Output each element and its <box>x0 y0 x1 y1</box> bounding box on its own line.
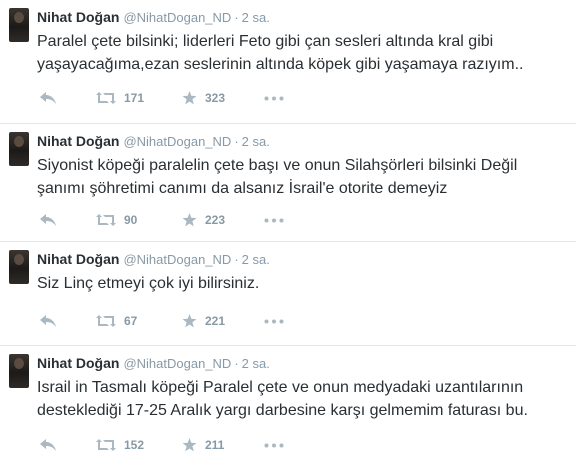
avatar[interactable] <box>9 8 29 42</box>
user-handle[interactable]: @NihatDogan_ND <box>123 134 231 149</box>
timestamp[interactable]: 2 sa. <box>242 10 270 25</box>
reply-arrow-icon <box>40 92 56 104</box>
reply-button[interactable] <box>40 211 56 229</box>
tweet-text: Paralel çete bilsinki; liderleri Feto gi… <box>37 33 524 73</box>
retweet-button[interactable]: 67 <box>96 312 137 330</box>
reply-arrow-icon <box>40 214 56 226</box>
more-dots-icon <box>264 443 284 447</box>
favorite-button[interactable]: 223 <box>182 211 225 229</box>
favorite-count: 223 <box>205 213 226 227</box>
reply-button[interactable] <box>40 89 56 107</box>
separator: · <box>234 252 239 267</box>
retweet-button[interactable]: 90 <box>96 211 137 229</box>
favorite-count: 221 <box>205 314 226 328</box>
more-button[interactable] <box>264 312 284 330</box>
avatar[interactable] <box>9 250 29 284</box>
retweet-count: 90 <box>124 213 138 227</box>
timeline: Nihat Doğan @NihatDogan_ND · 2 sa. Paralel … <box>0 0 576 467</box>
timestamp[interactable]: 2 sa. <box>242 356 270 371</box>
more-button[interactable] <box>264 436 284 454</box>
retweet-icon <box>96 439 116 451</box>
timestamp[interactable]: 2 sa. <box>242 134 270 149</box>
favorite-button[interactable]: 221 <box>182 312 225 330</box>
more-button[interactable] <box>264 89 284 107</box>
star-icon <box>182 91 197 105</box>
avatar[interactable] <box>9 354 29 388</box>
tweet-text: Siyonist köpeği paralelin çete başı ve o… <box>37 157 518 197</box>
timestamp[interactable]: 2 sa. <box>242 252 270 267</box>
reply-arrow-icon <box>40 315 56 327</box>
star-icon <box>182 213 197 227</box>
user-handle[interactable]: @NihatDogan_ND <box>123 252 231 267</box>
star-icon <box>182 314 197 328</box>
reply-arrow-icon <box>40 439 56 451</box>
tweet-text: Israil in Tasmalı köpeği Paralel çete ve… <box>37 379 528 419</box>
reply-button[interactable] <box>40 312 56 330</box>
retweet-count: 67 <box>124 314 138 328</box>
tweet-header: Nihat Doğan @NihatDogan_ND · 2 sa. <box>37 132 270 151</box>
favorite-button[interactable]: 211 <box>182 436 224 454</box>
favorite-count: 211 <box>205 438 225 452</box>
display-name[interactable]: Nihat Doğan <box>37 133 119 149</box>
favorite-button[interactable]: 323 <box>182 89 225 107</box>
retweet-button[interactable]: 152 <box>96 436 144 454</box>
more-dots-icon <box>264 218 284 222</box>
tweet[interactable]: Nihat Doğan @NihatDogan_ND · 2 sa. Siyonist… <box>0 124 576 242</box>
tweet-text: Siz Linç etmeyi çok iyi bilirsiniz. <box>37 275 260 292</box>
avatar[interactable] <box>9 132 29 166</box>
user-handle[interactable]: @NihatDogan_ND <box>123 10 231 25</box>
tweet[interactable]: Nihat Doğan @NihatDogan_ND · 2 sa. Siz Linç… <box>0 242 576 346</box>
tweet-header: Nihat Doğan @NihatDogan_ND · 2 sa. <box>37 8 270 27</box>
tweet[interactable]: Nihat Doğan @NihatDogan_ND · 2 sa. Paralel … <box>0 0 576 124</box>
more-dots-icon <box>264 96 284 100</box>
retweet-count: 171 <box>124 91 145 105</box>
retweet-count: 152 <box>124 438 145 452</box>
user-handle[interactable]: @NihatDogan_ND <box>123 356 231 371</box>
separator: · <box>234 134 239 149</box>
separator: · <box>234 10 239 25</box>
separator: · <box>234 356 239 371</box>
display-name[interactable]: Nihat Doğan <box>37 9 119 25</box>
more-button[interactable] <box>264 211 284 229</box>
tweet[interactable]: Nihat Doğan @NihatDogan_ND · 2 sa. Israil i… <box>0 346 576 467</box>
display-name[interactable]: Nihat Doğan <box>37 355 119 371</box>
retweet-icon <box>96 214 116 226</box>
tweet-header: Nihat Doğan @NihatDogan_ND · 2 sa. <box>37 354 270 373</box>
display-name[interactable]: Nihat Doğan <box>37 251 119 267</box>
star-icon <box>182 438 197 452</box>
more-dots-icon <box>264 319 284 323</box>
reply-button[interactable] <box>40 436 56 454</box>
tweet-header: Nihat Doğan @NihatDogan_ND · 2 sa. <box>37 250 270 269</box>
retweet-icon <box>96 92 116 104</box>
retweet-icon <box>96 315 116 327</box>
retweet-button[interactable]: 171 <box>96 89 144 107</box>
favorite-count: 323 <box>205 91 226 105</box>
